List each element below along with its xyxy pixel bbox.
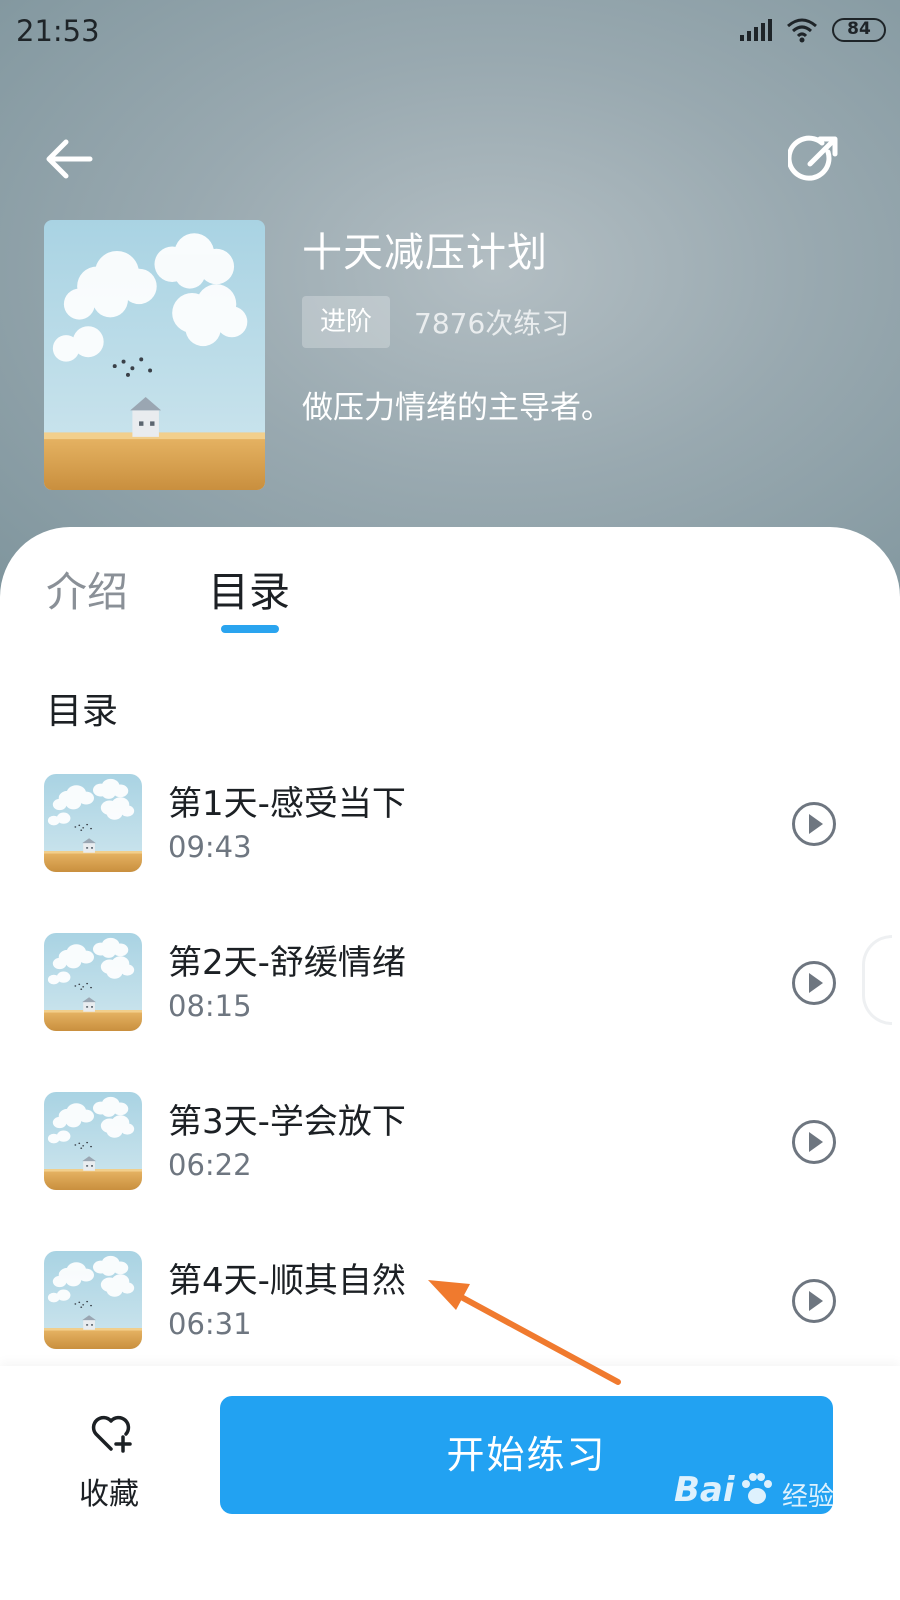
catalog-item[interactable]: 第4天-顺其自然 06:31	[0, 1251, 900, 1351]
play-icon[interactable]	[791, 960, 837, 1006]
watermark-sub: 经验	[782, 1482, 835, 1512]
lesson-thumbnail	[44, 933, 142, 1031]
wifi-icon	[787, 18, 817, 43]
lesson-duration: 09:43	[168, 830, 252, 864]
catalog-heading: 目录	[46, 691, 119, 732]
side-pull-tab[interactable]	[862, 935, 892, 1025]
baidu-watermark: Bai 经验 jingyan.baidu.com	[672, 1468, 842, 1550]
play-icon[interactable]	[791, 1119, 837, 1165]
lesson-title: 第4天-顺其自然	[168, 1261, 406, 1301]
favorite-label: 收藏	[79, 1477, 139, 1512]
battery-level: 84	[847, 19, 871, 39]
tab-active-indicator	[221, 625, 279, 633]
play-icon[interactable]	[791, 1278, 837, 1324]
lesson-duration: 06:22	[168, 1148, 252, 1182]
course-cover-image	[44, 220, 265, 490]
tab-intro[interactable]: 介绍	[46, 558, 128, 618]
status-icons: 84	[740, 16, 886, 44]
watermark-url: jingyan.baidu.com	[676, 1524, 824, 1543]
practice-count: 7876次练习	[414, 307, 570, 340]
status-bar: 21:53 84	[0, 0, 900, 60]
lesson-title: 第1天-感受当下	[168, 784, 406, 824]
share-icon[interactable]	[788, 134, 840, 186]
paw-icon	[742, 1473, 772, 1504]
lesson-duration: 08:15	[168, 989, 252, 1023]
heart-plus-icon	[91, 1415, 132, 1453]
lesson-title: 第2天-舒缓情绪	[168, 943, 406, 983]
watermark-brand: Bai	[674, 1470, 735, 1510]
lesson-duration: 06:31	[168, 1307, 252, 1341]
battery-icon: 84	[832, 18, 886, 42]
course-description: 做压力情绪的主导者。	[302, 390, 612, 426]
status-time: 21:53	[16, 14, 100, 48]
lesson-thumbnail	[44, 1092, 142, 1190]
arrow-left-icon[interactable]	[44, 138, 94, 180]
lesson-thumbnail	[44, 774, 142, 872]
favorite-button[interactable]: 收藏	[70, 1405, 150, 1515]
level-badge: 进阶	[302, 296, 390, 348]
signal-icon	[740, 19, 772, 41]
tab-catalog[interactable]: 目录	[208, 558, 290, 618]
catalog-item[interactable]: 第2天-舒缓情绪 08:15	[0, 933, 900, 1033]
course-title: 十天减压计划	[302, 230, 548, 276]
lesson-title: 第3天-学会放下	[168, 1102, 406, 1142]
catalog-item[interactable]: 第3天-学会放下 06:22	[0, 1092, 900, 1192]
lesson-thumbnail	[44, 1251, 142, 1349]
catalog-item[interactable]: 第1天-感受当下 09:43	[0, 774, 900, 874]
play-icon[interactable]	[791, 801, 837, 847]
